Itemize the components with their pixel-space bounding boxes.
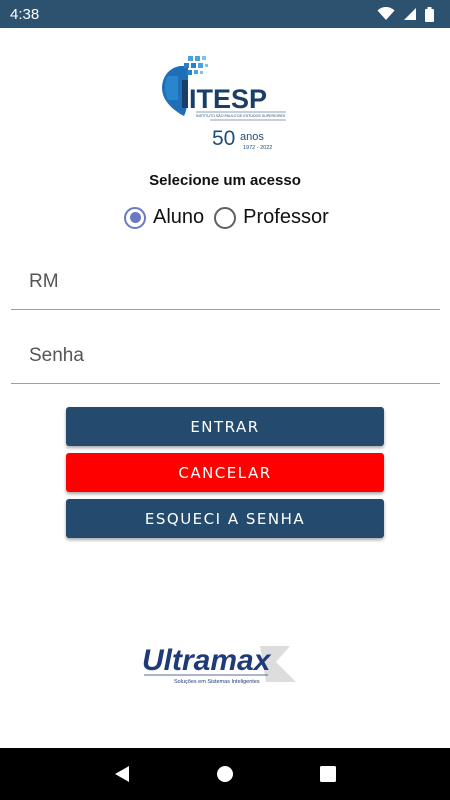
home-button[interactable] — [205, 754, 245, 794]
wifi-icon — [377, 7, 395, 20]
radio-option-aluno[interactable]: Aluno — [124, 206, 204, 229]
status-time: 4:38 — [10, 5, 40, 23]
radio-button-professor[interactable] — [214, 206, 237, 229]
radio-dot — [129, 212, 141, 223]
login-screen: 4:38 ITESP INSTITUTO SÃO PAULO DE ESTUDO… — [0, 0, 450, 800]
back-icon — [114, 766, 129, 782]
ultramax-logo: Ultramax Soluções em Sistemas Inteligent… — [142, 644, 296, 685]
cancelar-button[interactable]: CANCELAR — [66, 453, 384, 492]
radio-label-professor: Professor — [243, 206, 329, 228]
radio-label-aluno: Aluno — [153, 206, 205, 228]
senha-field-container — [11, 328, 440, 384]
entrar-button[interactable]: ENTRAR — [66, 407, 384, 446]
radio-option-professor[interactable]: Professor — [214, 206, 329, 229]
signal-icon — [404, 8, 416, 20]
back-button[interactable] — [102, 754, 142, 794]
access-radio-group: Aluno Professor — [124, 206, 339, 229]
status-icons — [377, 6, 434, 22]
rm-input[interactable] — [11, 254, 440, 309]
ultramax-tagline: Soluções em Sistemas Inteligentes — [174, 679, 260, 685]
anniversary-number: 50 — [212, 127, 236, 150]
navigation-bar — [0, 748, 450, 800]
status-bar: 4:38 — [0, 0, 450, 28]
rm-field-container — [11, 254, 440, 310]
ultramax-logo-text: Ultramax — [142, 644, 272, 677]
home-icon — [216, 766, 233, 782]
radio-button-aluno[interactable] — [124, 206, 146, 229]
itesp-tagline: INSTITUTO SÃO PAULO DE ESTUDOS SUPERIORE… — [196, 113, 286, 118]
access-title: Selecione um acesso — [149, 172, 301, 189]
esqueci-senha-button[interactable]: ESQUECI A SENHA — [66, 499, 384, 538]
itesp-logo-text: ITESP — [189, 84, 267, 114]
recents-icon — [320, 766, 337, 782]
anniversary-word: anos — [240, 131, 264, 143]
battery-icon — [425, 6, 434, 22]
anniversary-years: 1972 - 2022 — [243, 145, 273, 151]
senha-input[interactable] — [11, 328, 440, 383]
recents-button[interactable] — [308, 754, 348, 794]
